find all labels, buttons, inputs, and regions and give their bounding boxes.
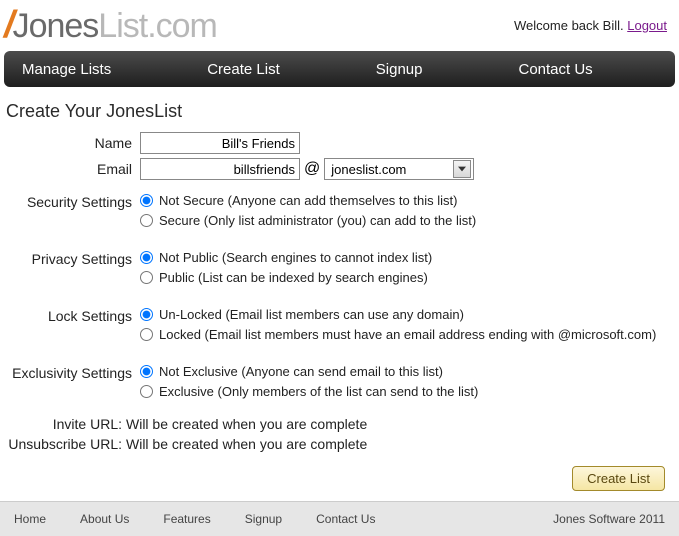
security-notsecure-radio[interactable] xyxy=(140,194,153,207)
nav-manage-lists[interactable]: Manage Lists xyxy=(4,51,139,87)
name-input[interactable] xyxy=(140,132,300,154)
security-notsecure-option[interactable]: Not Secure (Anyone can add themselves to… xyxy=(140,193,679,208)
exclusivity-notexclusive-radio[interactable] xyxy=(140,365,153,378)
email-local-input[interactable] xyxy=(140,158,300,180)
nav-create-list[interactable]: Create List xyxy=(179,51,308,87)
unsubscribe-url-label: Unsubscribe URL: xyxy=(0,436,122,452)
nav-contact-us[interactable]: Contact Us xyxy=(490,51,620,87)
security-secure-option[interactable]: Secure (Only list administrator (you) ca… xyxy=(140,213,679,228)
footer-copyright: Jones Software 2011 xyxy=(553,512,665,526)
footer-home[interactable]: Home xyxy=(14,512,46,526)
security-notsecure-text: Not Secure (Anyone can add themselves to… xyxy=(159,193,457,208)
exclusivity-exclusive-option[interactable]: Exclusive (Only members of the list can … xyxy=(140,384,679,399)
exclusivity-exclusive-radio[interactable] xyxy=(140,385,153,398)
create-list-button[interactable]: Create List xyxy=(572,466,665,491)
privacy-public-text: Public (List can be indexed by search en… xyxy=(159,270,428,285)
lock-unlocked-text: Un-Locked (Email list members can use an… xyxy=(159,307,464,322)
welcome-name: Bill xyxy=(603,18,620,33)
logo-text-list: List.com xyxy=(98,7,217,46)
exclusivity-exclusive-text: Exclusive (Only members of the list can … xyxy=(159,384,478,399)
logo[interactable]: / Jones List.com xyxy=(4,4,217,47)
email-at: @ xyxy=(304,160,320,178)
welcome-prefix: Welcome back xyxy=(514,18,603,33)
logo-text-jones: Jones xyxy=(13,7,99,46)
lock-label: Lock Settings xyxy=(0,302,140,347)
footer-signup[interactable]: Signup xyxy=(245,512,282,526)
navbar: Manage Lists Create List Signup Contact … xyxy=(4,51,675,87)
lock-locked-text: Locked (Email list members must have an … xyxy=(159,327,656,342)
footer: Home About Us Features Signup Contact Us… xyxy=(0,501,679,536)
lock-locked-option[interactable]: Locked (Email list members must have an … xyxy=(140,327,679,342)
invite-url-label: Invite URL: xyxy=(0,416,122,432)
security-secure-radio[interactable] xyxy=(140,214,153,227)
welcome-text: Welcome back Bill. Logout xyxy=(514,18,667,33)
footer-about[interactable]: About Us xyxy=(80,512,129,526)
email-domain-value: joneslist.com xyxy=(331,162,406,177)
footer-contact[interactable]: Contact Us xyxy=(316,512,375,526)
exclusivity-label: Exclusivity Settings xyxy=(0,359,140,404)
email-label: Email xyxy=(0,161,140,177)
privacy-notpublic-option[interactable]: Not Public (Search engines to cannot ind… xyxy=(140,250,679,265)
lock-unlocked-option[interactable]: Un-Locked (Email list members can use an… xyxy=(140,307,679,322)
logout-link[interactable]: Logout xyxy=(627,18,667,33)
page-title: Create Your JonesList xyxy=(6,101,679,122)
privacy-label: Privacy Settings xyxy=(0,245,140,290)
invite-url-value: Will be created when you are complete xyxy=(126,416,367,432)
exclusivity-notexclusive-option[interactable]: Not Exclusive (Anyone can send email to … xyxy=(140,364,679,379)
name-label: Name xyxy=(0,135,140,151)
lock-locked-radio[interactable] xyxy=(140,328,153,341)
exclusivity-notexclusive-text: Not Exclusive (Anyone can send email to … xyxy=(159,364,443,379)
email-domain-select[interactable]: joneslist.com xyxy=(324,158,474,180)
privacy-notpublic-text: Not Public (Search engines to cannot ind… xyxy=(159,250,432,265)
chevron-down-icon xyxy=(453,160,471,178)
privacy-public-radio[interactable] xyxy=(140,271,153,284)
nav-signup[interactable]: Signup xyxy=(348,51,451,87)
lock-unlocked-radio[interactable] xyxy=(140,308,153,321)
privacy-notpublic-radio[interactable] xyxy=(140,251,153,264)
footer-features[interactable]: Features xyxy=(163,512,210,526)
unsubscribe-url-value: Will be created when you are complete xyxy=(126,436,367,452)
security-secure-text: Secure (Only list administrator (you) ca… xyxy=(159,213,476,228)
security-label: Security Settings xyxy=(0,188,140,233)
privacy-public-option[interactable]: Public (List can be indexed by search en… xyxy=(140,270,679,285)
